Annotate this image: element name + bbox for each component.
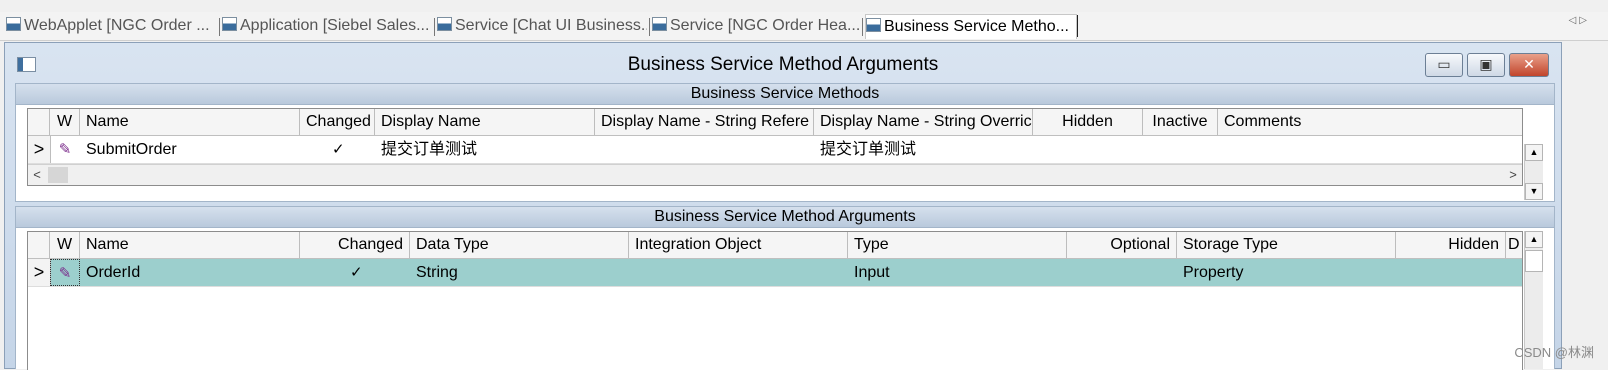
- column-header-storage-type[interactable]: Storage Type: [1177, 232, 1396, 258]
- business-service-icon: [866, 18, 881, 32]
- pencil-icon: ✎: [50, 259, 80, 286]
- methods-panel-title: Business Service Methods: [16, 84, 1554, 105]
- tab-label: Service [Chat UI Business...: [455, 17, 647, 34]
- tab-label: Service [NGC Order Hea...: [670, 17, 860, 34]
- column-header-comments[interactable]: Comments: [1218, 109, 1522, 135]
- application-icon: [222, 17, 237, 31]
- row-indicator-header: [28, 109, 50, 135]
- close-button[interactable]: ✕: [1509, 53, 1549, 77]
- tab-application[interactable]: Application [Siebel Sales...: [222, 14, 432, 38]
- scroll-left-icon[interactable]: <: [28, 165, 46, 185]
- storage-type-cell[interactable]: Property: [1177, 259, 1396, 286]
- row-indicator-header: [28, 232, 50, 258]
- method-name-cell[interactable]: SubmitOrder: [80, 136, 300, 163]
- methods-horizontal-scrollbar[interactable]: < >: [28, 164, 1522, 185]
- arguments-grid: W Name Changed Data Type Integration Obj…: [27, 231, 1523, 370]
- data-type-cell[interactable]: String: [410, 259, 629, 286]
- tab-separator: [1077, 15, 1078, 37]
- minimize-button[interactable]: ▭: [1425, 53, 1463, 77]
- column-header-type[interactable]: Type: [848, 232, 1067, 258]
- scroll-down-icon[interactable]: ▼: [1525, 183, 1543, 200]
- current-row-indicator: >: [28, 259, 51, 286]
- column-header-integration-object[interactable]: Integration Object: [629, 232, 848, 258]
- tab-separator: [434, 18, 435, 36]
- column-header-display-name-string-override[interactable]: Display Name - String Overric: [814, 109, 1033, 135]
- column-header-hidden[interactable]: Hidden: [1396, 232, 1506, 258]
- arguments-header-row: W Name Changed Data Type Integration Obj…: [28, 232, 1522, 259]
- tab-label: Business Service Metho...: [884, 18, 1069, 35]
- tab-label: Application [Siebel Sales...: [240, 17, 430, 34]
- type-cell[interactable]: Input: [848, 259, 1067, 286]
- tab-separator: [219, 18, 220, 36]
- table-row[interactable]: > ✎ SubmitOrder ✓ 提交订单测试 提交订单测试: [28, 136, 1522, 164]
- window-icon: [17, 57, 36, 72]
- tab-webapplet[interactable]: WebApplet [NGC Order ...: [6, 14, 216, 38]
- column-header-display-name-string-reference[interactable]: Display Name - String Refere: [595, 109, 814, 135]
- methods-vertical-scrollbar[interactable]: ▲ ▼: [1524, 144, 1543, 200]
- column-header-optional[interactable]: Optional: [1067, 232, 1177, 258]
- display-name-override-cell[interactable]: 提交订单测试: [814, 136, 1033, 163]
- pencil-icon: ✎: [58, 141, 72, 158]
- column-header-name[interactable]: Name: [80, 232, 300, 258]
- scroll-thumb[interactable]: [48, 167, 68, 183]
- tab-separator: [862, 18, 863, 36]
- scroll-up-icon[interactable]: ▲: [1525, 231, 1543, 248]
- column-header-hidden[interactable]: Hidden: [1033, 109, 1143, 135]
- applet-icon: [6, 17, 21, 31]
- methods-grid: W Name Changed Display Name Display Name…: [27, 108, 1523, 186]
- tab-scroll-right-icon[interactable]: ▷: [1579, 15, 1590, 26]
- column-header-data-type[interactable]: Data Type: [410, 232, 629, 258]
- watermark: CSDN @林渊: [1514, 345, 1594, 360]
- display-name-cell[interactable]: 提交订单测试: [375, 136, 595, 163]
- tab-separator: [649, 18, 650, 36]
- column-header-w[interactable]: W: [50, 232, 80, 258]
- scroll-thumb[interactable]: [1525, 250, 1543, 272]
- arguments-panel: Business Service Method Arguments W Name…: [15, 206, 1555, 370]
- argument-name-cell[interactable]: OrderId: [80, 259, 300, 286]
- changed-checkmark-icon: ✓: [350, 264, 363, 281]
- methods-panel: Business Service Methods W Name Changed …: [15, 83, 1555, 202]
- column-header-truncated[interactable]: D: [1506, 232, 1522, 258]
- table-row[interactable]: > ✎ OrderId ✓ String Input Property: [28, 259, 1522, 287]
- scroll-up-icon[interactable]: ▲: [1525, 144, 1543, 161]
- maximize-button[interactable]: ▣: [1467, 53, 1505, 77]
- column-header-inactive[interactable]: Inactive: [1143, 109, 1218, 135]
- arguments-panel-title: Business Service Method Arguments: [16, 207, 1554, 228]
- column-header-changed[interactable]: Changed: [300, 232, 410, 258]
- changed-checkmark-icon: ✓: [332, 141, 345, 158]
- methods-header-row: W Name Changed Display Name Display Name…: [28, 109, 1522, 136]
- service-icon: [437, 17, 452, 31]
- window-title: Business Service Method Arguments: [627, 54, 939, 75]
- tab-label: WebApplet [NGC Order ...: [24, 17, 210, 34]
- editor-tab-bar: WebApplet [NGC Order ... Application [Si…: [0, 12, 1608, 41]
- tab-scroll-arrows[interactable]: ◁▷: [1569, 15, 1590, 26]
- service-icon: [652, 17, 667, 31]
- column-header-changed[interactable]: Changed: [300, 109, 375, 135]
- tab-service-chat[interactable]: Service [Chat UI Business...: [437, 14, 647, 38]
- column-header-w[interactable]: W: [50, 109, 80, 135]
- tab-service-ngc[interactable]: Service [NGC Order Hea...: [652, 14, 860, 38]
- current-row-indicator: >: [28, 136, 51, 163]
- column-header-name[interactable]: Name: [80, 109, 300, 135]
- tab-business-service-method[interactable]: Business Service Metho...: [865, 14, 1077, 39]
- scroll-right-icon[interactable]: >: [1504, 165, 1522, 185]
- column-header-display-name[interactable]: Display Name: [375, 109, 595, 135]
- tab-scroll-left-icon[interactable]: ◁: [1569, 15, 1580, 26]
- business-service-method-arguments-window: Business Service Method Arguments ▭ ▣ ✕ …: [4, 42, 1562, 370]
